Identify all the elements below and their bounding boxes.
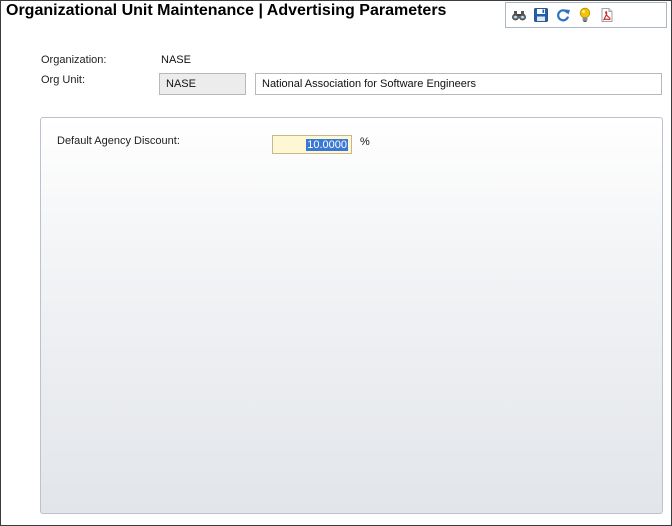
report-button[interactable] bbox=[597, 5, 617, 25]
default-agency-discount-value: 10.0000 bbox=[306, 139, 348, 151]
window: Organizational Unit Maintenance | Advert… bbox=[0, 0, 672, 526]
save-icon bbox=[534, 8, 548, 22]
refresh-button[interactable] bbox=[553, 5, 573, 25]
save-button[interactable] bbox=[531, 5, 551, 25]
tip-button[interactable] bbox=[575, 5, 595, 25]
org-unit-code-field[interactable]: NASE bbox=[159, 73, 246, 95]
org-unit-name-field[interactable]: National Association for Software Engine… bbox=[255, 73, 662, 95]
refresh-icon bbox=[557, 9, 570, 22]
percent-unit-label: % bbox=[360, 136, 370, 148]
toolbar bbox=[505, 2, 667, 28]
advertising-parameters-panel: Default Agency Discount: 10.0000 % bbox=[40, 117, 663, 514]
org-unit-label: Org Unit: bbox=[41, 74, 86, 86]
binoculars-icon bbox=[512, 11, 526, 21]
pdf-report-icon bbox=[601, 8, 613, 22]
page-title: Organizational Unit Maintenance | Advert… bbox=[6, 2, 447, 19]
organization-label: Organization: bbox=[41, 54, 107, 66]
default-agency-discount-input[interactable]: 10.0000 bbox=[272, 135, 352, 154]
organization-value: NASE bbox=[161, 54, 191, 66]
lightbulb-icon bbox=[579, 7, 591, 22]
find-button[interactable] bbox=[509, 5, 529, 25]
default-agency-discount-label: Default Agency Discount: bbox=[57, 135, 180, 147]
